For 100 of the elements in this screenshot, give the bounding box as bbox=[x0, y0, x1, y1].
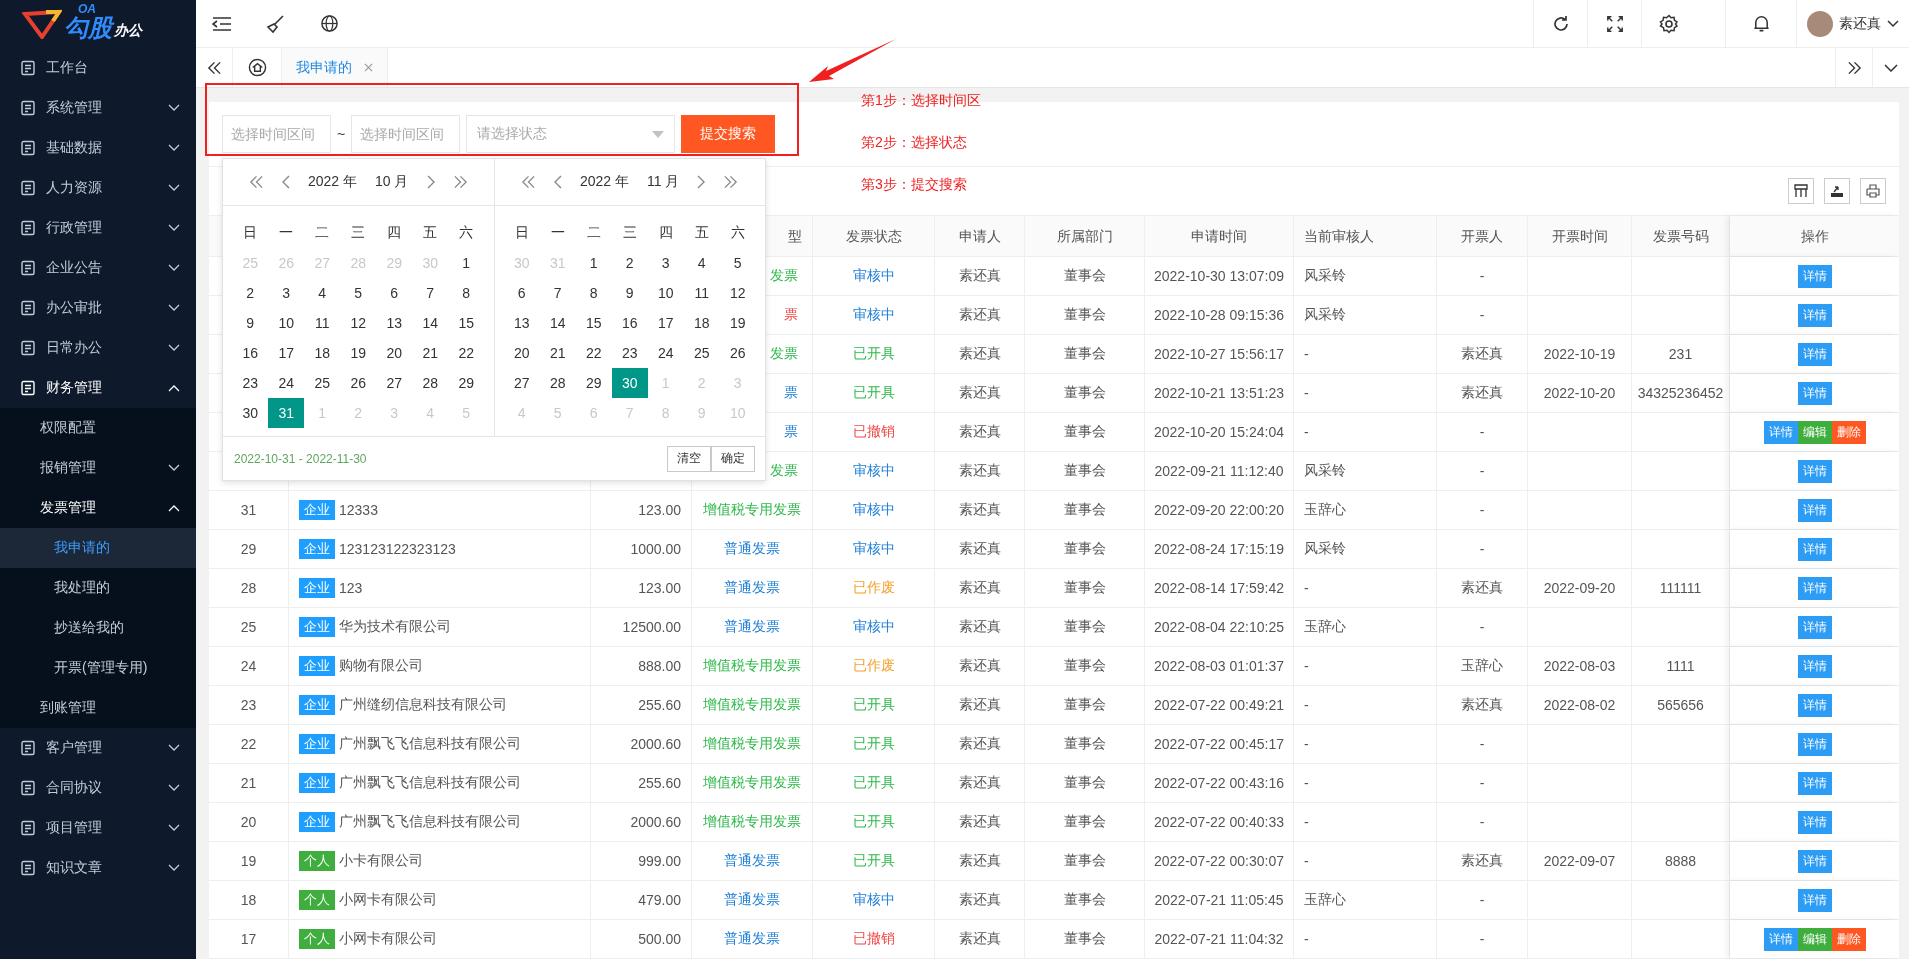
calendar-day[interactable]: 9 bbox=[611, 278, 648, 308]
export-icon[interactable] bbox=[1830, 184, 1844, 198]
chevron-left-icon[interactable] bbox=[554, 175, 562, 189]
calendar-day[interactable]: 1 bbox=[448, 248, 485, 278]
calendar-day[interactable]: 7 bbox=[539, 278, 576, 308]
calendar-day[interactable]: 11 bbox=[683, 278, 720, 308]
calendar-day[interactable]: 31 bbox=[268, 398, 305, 428]
calendar-day[interactable]: 27 bbox=[376, 368, 413, 398]
bell-icon[interactable] bbox=[1751, 14, 1771, 33]
calendar-day[interactable]: 27 bbox=[503, 368, 540, 398]
double-chevron-left-icon[interactable] bbox=[206, 60, 222, 75]
calendar-day[interactable]: 1 bbox=[575, 248, 612, 278]
calendar-day[interactable]: 3 bbox=[647, 248, 684, 278]
chevron-left-icon[interactable] bbox=[282, 175, 290, 189]
sidebar-item[interactable]: 抄送给我的 bbox=[0, 608, 196, 648]
clear-button[interactable]: 清空 bbox=[667, 445, 711, 472]
calendar-day[interactable]: 13 bbox=[376, 308, 413, 338]
calendar-day[interactable]: 17 bbox=[268, 338, 305, 368]
sidebar-item[interactable]: 我申请的 bbox=[0, 528, 196, 568]
sidebar-item[interactable]: 办公审批 bbox=[0, 288, 196, 328]
start-date-field[interactable]: 选择时间区间 bbox=[222, 115, 331, 153]
calendar-day[interactable]: 22 bbox=[575, 338, 612, 368]
calendar-day[interactable]: 25 bbox=[683, 338, 720, 368]
calendar-day[interactable]: 15 bbox=[575, 308, 612, 338]
close-icon[interactable] bbox=[364, 63, 373, 72]
sidebar-item[interactable]: 日常办公 bbox=[0, 328, 196, 368]
calendar-day[interactable]: 16 bbox=[611, 308, 648, 338]
sidebar-item[interactable]: 权限配置 bbox=[0, 408, 196, 448]
user-menu[interactable]: 素还真 bbox=[1796, 0, 1909, 47]
calendar-day[interactable]: 25 bbox=[304, 368, 341, 398]
calendar-day[interactable]: 14 bbox=[539, 308, 576, 338]
calendar-day[interactable]: 3 bbox=[268, 278, 305, 308]
sidebar-item[interactable]: 人力资源 bbox=[0, 168, 196, 208]
calendar-day[interactable]: 18 bbox=[683, 308, 720, 338]
calendar-day[interactable]: 8 bbox=[575, 278, 612, 308]
sidebar-item[interactable]: 合同协议 bbox=[0, 768, 196, 808]
calendar-day[interactable]: 12 bbox=[719, 278, 756, 308]
calendar-day[interactable]: 24 bbox=[647, 338, 684, 368]
tab[interactable]: 我申请的 bbox=[282, 48, 388, 87]
columns-icon[interactable] bbox=[1794, 184, 1808, 198]
calendar-day[interactable]: 30 bbox=[611, 368, 648, 398]
chevron-down-icon[interactable] bbox=[1884, 63, 1898, 72]
globe-icon[interactable] bbox=[320, 14, 339, 33]
calendar-day[interactable]: 15 bbox=[448, 308, 485, 338]
fullscreen-icon[interactable] bbox=[1605, 14, 1624, 33]
calendar-day[interactable]: 2 bbox=[611, 248, 648, 278]
calendar-day[interactable]: 5 bbox=[719, 248, 756, 278]
calendar-day[interactable]: 29 bbox=[448, 368, 485, 398]
calendar-day[interactable]: 2 bbox=[232, 278, 269, 308]
calendar-day[interactable]: 28 bbox=[539, 368, 576, 398]
year-label[interactable]: 2022 年 bbox=[308, 173, 358, 191]
calendar-day[interactable]: 6 bbox=[376, 278, 413, 308]
print-icon[interactable] bbox=[1866, 184, 1880, 198]
calendar-day[interactable]: 12 bbox=[340, 308, 377, 338]
calendar-day[interactable]: 10 bbox=[647, 278, 684, 308]
calendar-day[interactable]: 19 bbox=[340, 338, 377, 368]
calendar-day[interactable]: 11 bbox=[304, 308, 341, 338]
calendar-day[interactable]: 21 bbox=[412, 338, 449, 368]
settings-icon[interactable] bbox=[1658, 13, 1679, 34]
sidebar-item[interactable]: 知识文章 bbox=[0, 848, 196, 888]
calendar-day[interactable]: 13 bbox=[503, 308, 540, 338]
end-date-field[interactable]: 选择时间区间 bbox=[351, 115, 461, 153]
calendar-day[interactable]: 6 bbox=[503, 278, 540, 308]
calendar-day[interactable]: 23 bbox=[232, 368, 269, 398]
calendar-day[interactable]: 30 bbox=[232, 398, 269, 428]
calendar-day[interactable]: 17 bbox=[647, 308, 684, 338]
sidebar-item[interactable]: 基础数据 bbox=[0, 128, 196, 168]
calendar-day[interactable]: 7 bbox=[412, 278, 449, 308]
sidebar-item[interactable]: 报销管理 bbox=[0, 448, 196, 488]
confirm-button[interactable]: 确定 bbox=[711, 445, 755, 472]
calendar-day[interactable]: 4 bbox=[304, 278, 341, 308]
sidebar-item[interactable]: 行政管理 bbox=[0, 208, 196, 248]
calendar-day[interactable]: 8 bbox=[448, 278, 485, 308]
sidebar-item[interactable]: 我处理的 bbox=[0, 568, 196, 608]
calendar-day[interactable]: 5 bbox=[340, 278, 377, 308]
calendar-day[interactable]: 20 bbox=[503, 338, 540, 368]
sidebar-item[interactable]: 系统管理 bbox=[0, 88, 196, 128]
calendar-day[interactable]: 21 bbox=[539, 338, 576, 368]
sidebar-item[interactable]: 到账管理 bbox=[0, 688, 196, 728]
month-label[interactable]: 10 月 bbox=[375, 173, 409, 191]
calendar-day[interactable]: 26 bbox=[340, 368, 377, 398]
sidebar-item[interactable]: 开票(管理专用) bbox=[0, 648, 196, 688]
sidebar-item[interactable]: 财务管理 bbox=[0, 368, 196, 408]
calendar-day[interactable]: 14 bbox=[412, 308, 449, 338]
calendar-day[interactable]: 22 bbox=[448, 338, 485, 368]
chevron-right-icon[interactable] bbox=[697, 175, 706, 189]
sidebar-item[interactable]: 工作台 bbox=[0, 48, 196, 88]
sidebar-item[interactable]: 发票管理 bbox=[0, 488, 196, 528]
month-label[interactable]: 11 月 bbox=[647, 173, 680, 191]
calendar-day[interactable]: 4 bbox=[683, 248, 720, 278]
calendar-day[interactable]: 10 bbox=[268, 308, 305, 338]
brush-icon[interactable] bbox=[266, 13, 286, 34]
sidebar-item[interactable]: 项目管理 bbox=[0, 808, 196, 848]
chevron-right-icon[interactable] bbox=[426, 175, 435, 189]
menu-fold-icon[interactable] bbox=[212, 15, 232, 32]
calendar-day[interactable]: 23 bbox=[611, 338, 648, 368]
double-chevron-right-icon[interactable] bbox=[1846, 60, 1862, 75]
calendar-day[interactable]: 24 bbox=[268, 368, 305, 398]
calendar-day[interactable]: 9 bbox=[232, 308, 269, 338]
sidebar-item[interactable]: 企业公告 bbox=[0, 248, 196, 288]
